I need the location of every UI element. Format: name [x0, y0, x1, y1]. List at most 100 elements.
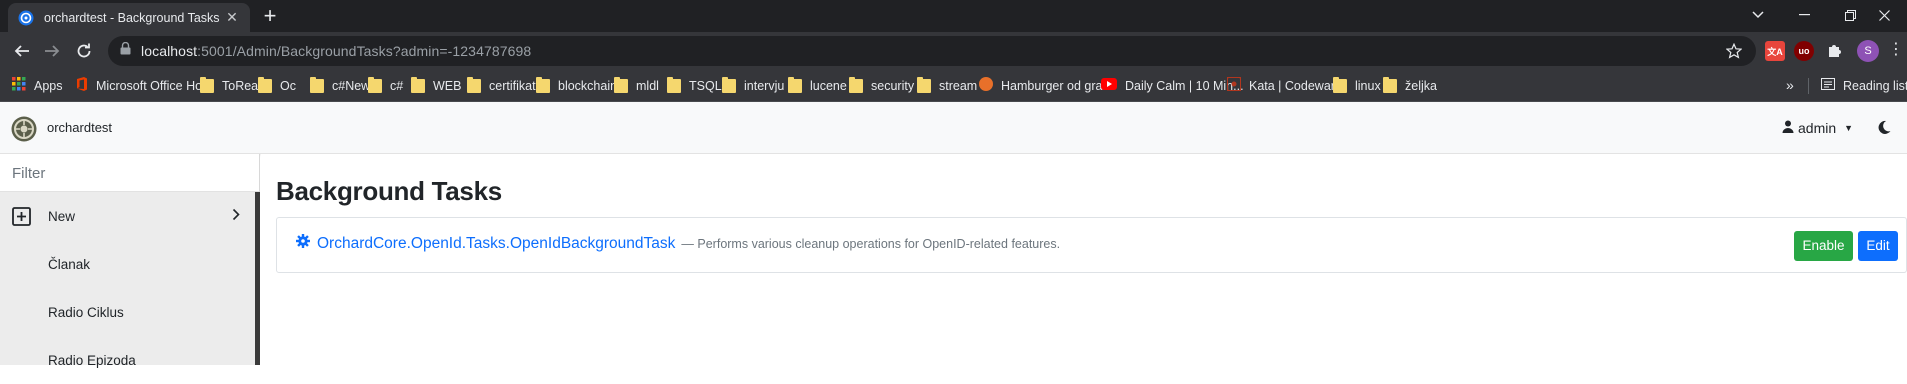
folder-icon: [536, 77, 550, 93]
bookmark-label: security: [871, 79, 915, 93]
new-tab-button[interactable]: +: [258, 4, 282, 28]
url-path: :5001/Admin/BackgroundTasks?admin=-12347…: [197, 43, 532, 59]
bookmark-label: TSQL: [689, 79, 722, 93]
user-icon: [1782, 120, 1794, 136]
plus-square-icon: [12, 207, 31, 226]
task-name-link[interactable]: OrchardCore.OpenId.Tasks.OpenIdBackgroun…: [317, 235, 675, 253]
edit-button[interactable]: Edit: [1858, 231, 1898, 261]
reload-icon[interactable]: [70, 37, 98, 65]
background-task-row: OrchardCore.OpenId.Tasks.OpenIdBackgroun…: [276, 217, 1907, 273]
profile-avatar[interactable]: S: [1857, 40, 1879, 62]
tab-close-icon[interactable]: ✕: [224, 9, 240, 26]
bookmark-label: Apps: [34, 79, 63, 93]
url-host: localhost: [141, 43, 198, 59]
bookmark-label: Hamburger od gra...: [1001, 79, 1113, 93]
office-icon: [76, 76, 88, 96]
user-menu[interactable]: admin ▼: [1782, 120, 1853, 136]
bookmark-item[interactable]: Apps: [12, 76, 63, 95]
bookmarks-overflow-icon[interactable]: »: [1786, 77, 1794, 93]
bookmark-label: mldl: [636, 79, 659, 93]
folder-icon: [411, 77, 425, 93]
bookmark-item[interactable]: lucene: [788, 77, 847, 95]
forward-arrow-icon[interactable]: [38, 37, 66, 65]
bookmark-item[interactable]: željka: [1383, 77, 1437, 95]
filter-input[interactable]: [0, 154, 259, 192]
folder-icon: [258, 77, 272, 93]
gear-icon: [296, 234, 310, 253]
reading-list-icon: [1821, 77, 1835, 95]
sidebar-item-clanak[interactable]: Članak: [0, 240, 255, 288]
bookmark-item[interactable]: Hamburger od gra...: [979, 76, 1113, 95]
youtube-icon: [1101, 77, 1117, 95]
bookmark-item[interactable]: TSQL: [667, 77, 722, 95]
translate-extension-icon[interactable]: 文A: [1765, 41, 1785, 61]
browser-menu-icon[interactable]: ⋮: [1888, 40, 1904, 62]
sidebar-item-label: Radio Epizoda: [48, 352, 136, 368]
minimize-button[interactable]: [1781, 0, 1827, 30]
bookmark-item[interactable]: stream: [917, 77, 977, 95]
folder-icon: [667, 77, 681, 93]
bookmark-item[interactable]: Microsoft Office Ho...: [76, 76, 213, 96]
bookmark-star-icon[interactable]: [1725, 42, 1743, 64]
tab-search-icon[interactable]: [1735, 0, 1781, 30]
sidebar-item-label: Članak: [48, 256, 91, 272]
bookmark-item[interactable]: certifikat: [467, 77, 536, 95]
moon-icon[interactable]: [1877, 120, 1891, 140]
bookmark-label: blockchain: [558, 79, 618, 93]
orchard-logo-icon[interactable]: [11, 116, 37, 142]
bookmark-item[interactable]: c#New: [310, 77, 370, 95]
bookmark-item[interactable]: intervju: [722, 77, 784, 95]
folder-icon: [1333, 77, 1347, 93]
filter-box: [0, 154, 259, 192]
bookmark-item[interactable]: blockchain: [536, 77, 617, 95]
reading-list-button[interactable]: Reading list: [1821, 77, 1907, 95]
bookmark-label: Microsoft Office Ho...: [96, 79, 213, 93]
address-bar[interactable]: localhost:5001/Admin/BackgroundTasks?adm…: [108, 36, 1756, 66]
task-line: OrchardCore.OpenId.Tasks.OpenIdBackgroun…: [296, 234, 1060, 253]
browser-tab-strip: orchardtest - Background Tasks ✕ +: [0, 0, 1907, 32]
bookmark-item[interactable]: WEB: [411, 77, 461, 95]
lock-icon[interactable]: [120, 41, 131, 60]
browser-toolbar: localhost:5001/Admin/BackgroundTasks?adm…: [0, 32, 1907, 70]
page-title: Background Tasks: [276, 176, 502, 206]
folder-icon: [849, 77, 863, 93]
bookmark-item[interactable]: Daily Calm | 10 Min...: [1101, 77, 1244, 95]
tab-title: orchardtest - Background Tasks: [44, 10, 220, 25]
back-arrow-icon[interactable]: [8, 37, 36, 65]
bookmark-label: željka: [1405, 79, 1437, 93]
enable-button[interactable]: Enable: [1794, 231, 1853, 261]
folder-icon: [1383, 77, 1397, 93]
bookmark-label: stream: [939, 79, 978, 93]
bookmark-item[interactable]: Kata | Codewars: [1226, 75, 1342, 95]
folder-icon: [310, 77, 324, 93]
bookmark-label: Kata | Codewars: [1249, 79, 1342, 93]
sidebar-item-label: New: [48, 208, 76, 224]
admin-navbar: orchardtest admin ▼: [0, 102, 1907, 154]
sidebar-scrollbar[interactable]: [255, 192, 260, 365]
bookmarks-bar: » Reading list Apps Microsoft Office Ho..…: [0, 70, 1907, 102]
user-name: admin: [1798, 120, 1837, 136]
puzzle-icon[interactable]: [1824, 41, 1844, 61]
bookmark-label: lucene: [810, 79, 847, 93]
bookmark-item[interactable]: c#: [368, 77, 403, 95]
bookmark-label: WEB: [433, 79, 462, 93]
bookmark-label: linux: [1355, 79, 1381, 93]
sidebar-item-radio-ciklus[interactable]: Radio Ciklus: [0, 288, 255, 336]
sidebar-item-radio-epizoda[interactable]: Radio Epizoda: [0, 336, 255, 384]
chevron-down-icon: ▼: [1844, 123, 1854, 133]
folder-icon: [788, 77, 802, 93]
bookmark-item[interactable]: ToRead: [200, 77, 265, 95]
bookmark-label: Daily Calm | 10 Min...: [1125, 79, 1244, 93]
browser-tab-active[interactable]: orchardtest - Background Tasks ✕: [8, 3, 250, 32]
ublock-extension-icon[interactable]: uo: [1794, 41, 1814, 61]
close-window-button[interactable]: [1861, 0, 1907, 30]
reading-list-label: Reading list: [1843, 79, 1907, 93]
brand-name[interactable]: orchardtest: [47, 120, 112, 135]
url-text[interactable]: localhost:5001/Admin/BackgroundTasks?adm…: [141, 43, 531, 59]
bookmark-item[interactable]: linux: [1333, 77, 1381, 95]
folder-icon: [917, 77, 931, 93]
bookmark-item[interactable]: mldl: [614, 77, 659, 95]
bookmark-item[interactable]: Oc: [258, 77, 296, 95]
bookmark-item[interactable]: security: [849, 77, 914, 95]
sidebar-item-new[interactable]: New: [0, 192, 255, 240]
